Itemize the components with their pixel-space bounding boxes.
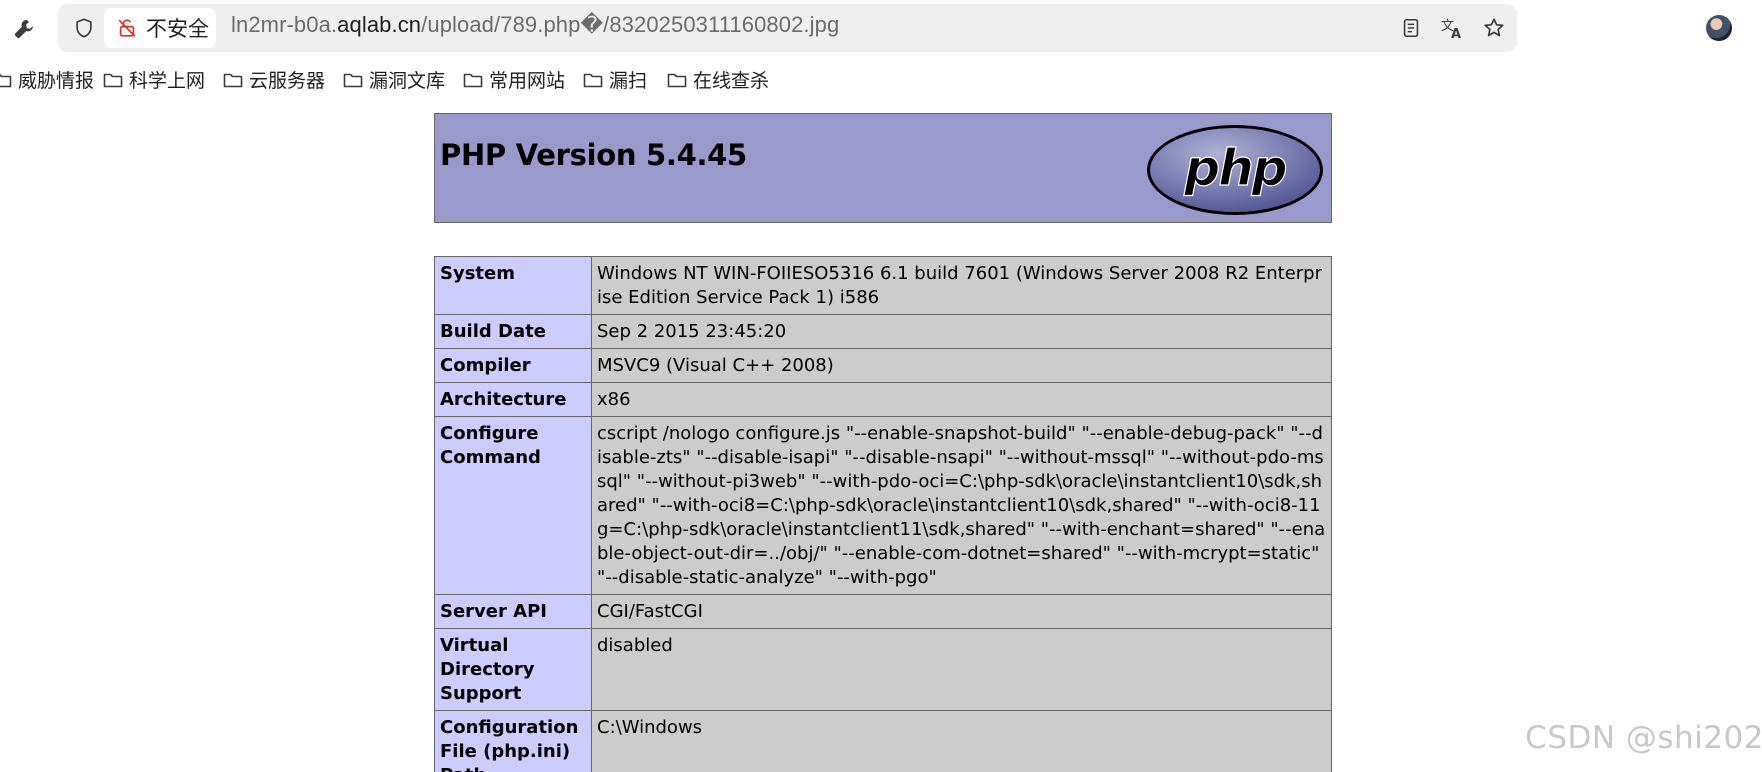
php-logo[interactable]: php <box>1145 123 1325 217</box>
row-value: cscript /nologo configure.js "--enable-s… <box>591 416 1332 595</box>
row-key: Virtual Directory Support <box>434 628 592 711</box>
bookmark-folder-proxy[interactable]: 科学上网 <box>103 66 205 93</box>
folder-icon <box>223 73 243 87</box>
row-key: Architecture <box>434 382 592 417</box>
row-key: Build Date <box>434 314 592 349</box>
row-key: Configuration File (php.ini) Path <box>434 710 592 772</box>
security-label: 不安全 <box>146 18 209 41</box>
row-key: System <box>434 256 592 315</box>
table-row: Configure Command cscript /nologo configu… <box>434 416 1332 595</box>
translate-icon[interactable]: 文A <box>1438 14 1466 42</box>
table-row: Compiler MSVC9 (Visual C++ 2008) <box>434 348 1332 383</box>
phpinfo-header: PHP Version 5.4.45 php <box>434 113 1332 223</box>
bookmark-label: 漏扫 <box>609 71 648 92</box>
wrench-icon[interactable] <box>8 13 40 45</box>
bookmark-label: 云服务器 <box>249 71 326 92</box>
folder-icon <box>583 73 603 87</box>
row-value: MSVC9 (Visual C++ 2008) <box>591 348 1332 383</box>
bookmark-label: 常用网站 <box>489 71 566 92</box>
page-content: PHP Version 5.4.45 php System Windows NT … <box>0 100 1762 772</box>
php-logo-text: php <box>1183 139 1285 197</box>
table-row: Architecture x86 <box>434 382 1332 417</box>
svg-text:A: A <box>1451 27 1461 40</box>
browser-toolbar: 不安全 ln2mr-b0a.aqlab.cn/upload/789.php�/8… <box>0 0 1762 56</box>
url-path: /upload/789.php�/8320250311160802.jpg <box>421 12 840 37</box>
url-host: aqlab.cn <box>337 12 422 37</box>
table-row: Configuration File (php.ini) PathC:\Wind… <box>434 710 1332 772</box>
profile-avatar[interactable] <box>1706 15 1732 41</box>
shield-icon[interactable] <box>70 14 98 42</box>
reader-mode-icon[interactable] <box>1397 14 1425 42</box>
table-row: Server API CGI/FastCGI <box>434 594 1332 629</box>
bookmark-label: 漏洞文库 <box>369 71 446 92</box>
bookmark-folder-online-scan[interactable]: 在线查杀 <box>667 66 769 93</box>
bookmark-folder-vuln-library[interactable]: 漏洞文库 <box>343 66 445 93</box>
table-row: Build Date Sep 2 2015 23:45:20 <box>434 314 1332 349</box>
table-row: System Windows NT WIN-FOIIESO5316 6.1 bui… <box>434 256 1332 315</box>
row-value: disabled <box>591 628 1332 711</box>
row-key: Configure Command <box>434 416 592 595</box>
security-indicator[interactable]: 不安全 <box>104 8 216 48</box>
row-value: x86 <box>591 382 1332 417</box>
folder-icon <box>463 73 483 87</box>
row-value: Windows NT WIN-FOIIESO5316 6.1 build 760… <box>591 256 1332 315</box>
folder-icon <box>667 73 687 87</box>
url-prefix: ln2mr-b0a. <box>231 12 338 37</box>
page-title: PHP Version 5.4.45 <box>440 138 747 172</box>
insecure-lock-icon <box>116 16 140 40</box>
folder-icon <box>0 73 12 87</box>
bookmark-folder-threat-intel[interactable]: 威胁情报 <box>0 66 94 93</box>
folder-icon <box>103 73 123 87</box>
table-row: Virtual Directory Support disabled <box>434 628 1332 711</box>
bookmark-folder-scanner[interactable]: 漏扫 <box>583 66 647 93</box>
row-value: C:\Windows <box>591 710 1332 772</box>
phpinfo-table: System Windows NT WIN-FOIIESO5316 6.1 bui… <box>434 256 1332 772</box>
url-text[interactable]: ln2mr-b0a.aqlab.cn/upload/789.php�/83202… <box>231 12 839 38</box>
folder-icon <box>343 73 363 87</box>
row-value: Sep 2 2015 23:45:20 <box>591 314 1332 349</box>
csdn-watermark: CSDN @shi202 <box>1525 720 1762 756</box>
row-key: Compiler <box>434 348 592 383</box>
row-value: CGI/FastCGI <box>591 594 1332 629</box>
bookmark-label: 科学上网 <box>129 71 206 92</box>
bookmark-star-icon[interactable] <box>1480 14 1508 42</box>
bookmark-label: 威胁情报 <box>18 71 95 92</box>
bookmark-folder-cloud-server[interactable]: 云服务器 <box>223 66 325 93</box>
bookmarks-bar: 威胁情报 科学上网 云服务器 漏洞文库 常用网站 漏扫 在线查杀 <box>0 56 1762 100</box>
bookmark-label: 在线查杀 <box>693 71 770 92</box>
row-key: Server API <box>434 594 592 629</box>
bookmark-folder-common-sites[interactable]: 常用网站 <box>463 66 565 93</box>
